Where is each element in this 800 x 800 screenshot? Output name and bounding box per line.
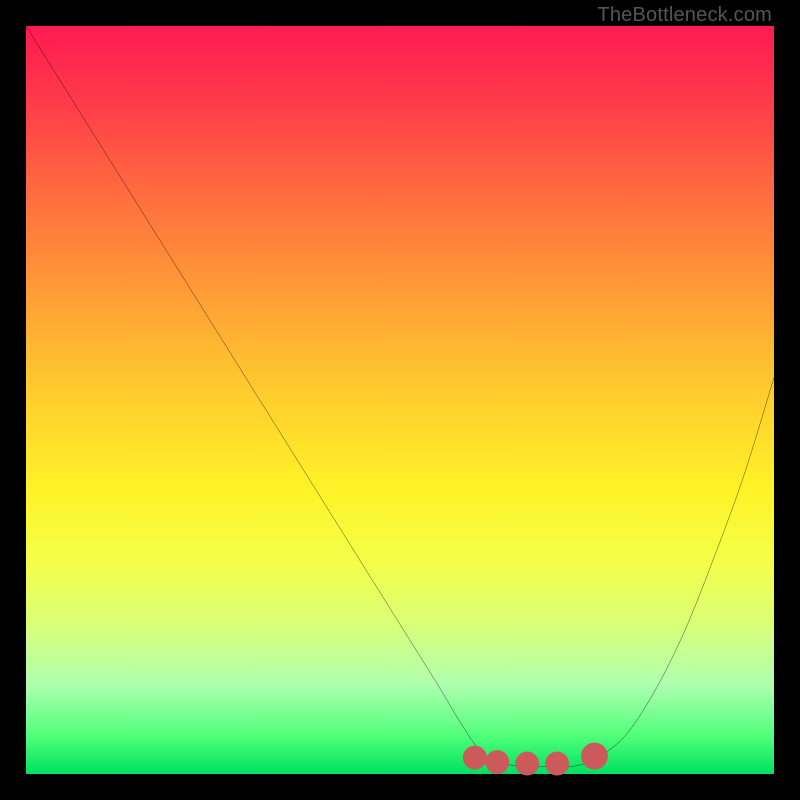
curve-layer <box>26 26 774 774</box>
bottleneck-curve <box>26 26 774 767</box>
chart-frame: TheBottleneck.com <box>0 0 800 800</box>
watermark-text: TheBottleneck.com <box>597 4 772 27</box>
optimal-range-left <box>463 746 487 770</box>
optimal-range-right <box>581 743 608 770</box>
optimal-range-mid2 <box>515 752 539 776</box>
plot-area <box>26 26 774 774</box>
optimal-range-mid3 <box>545 752 569 776</box>
marker-group <box>463 743 608 776</box>
optimal-range-mid1 <box>485 750 509 774</box>
